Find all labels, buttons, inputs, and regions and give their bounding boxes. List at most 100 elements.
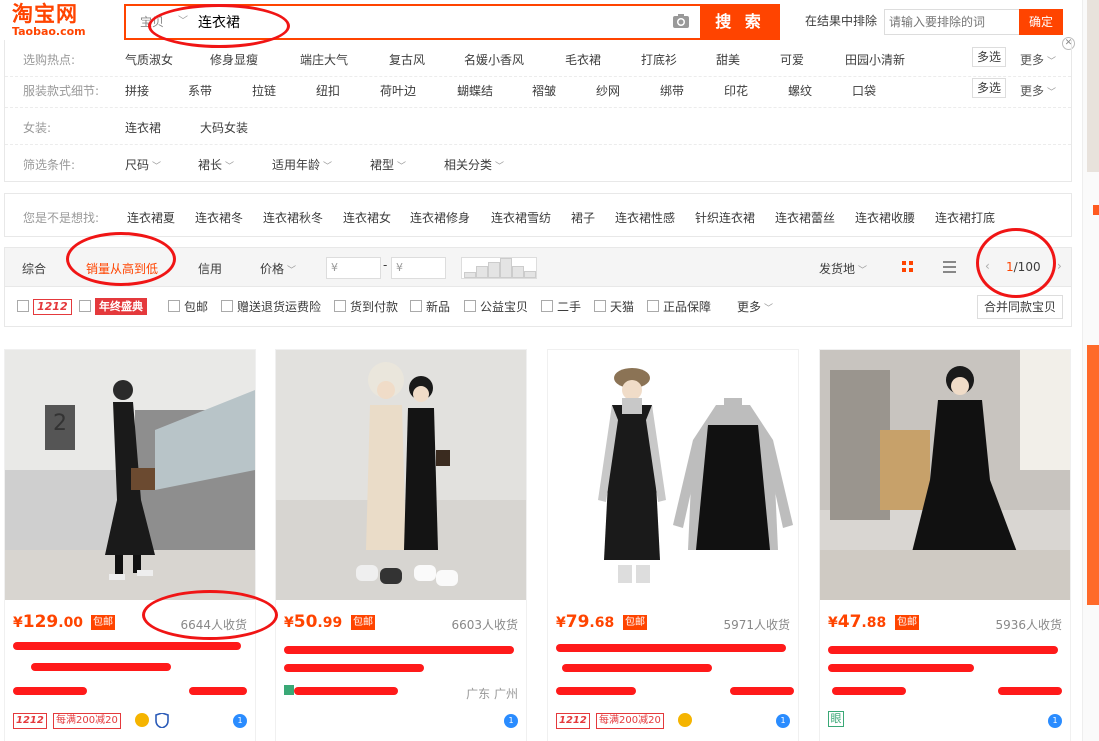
filter-option[interactable]: 纱网 <box>596 82 620 99</box>
suggestion-link[interactable]: 连衣裙冬 <box>195 209 243 226</box>
filter-option[interactable]: 名媛小香风 <box>464 51 524 68</box>
exclude-confirm-button[interactable]: 确定 <box>1019 9 1063 35</box>
filter-option[interactable]: 打底衫 <box>641 51 677 68</box>
filter-dropdown[interactable]: 相关分类 ﹀ <box>444 156 504 173</box>
filter-option[interactable]: 口袋 <box>852 82 876 99</box>
filter-option[interactable]: 荷叶边 <box>380 82 416 99</box>
redacted-title[interactable] <box>556 644 786 652</box>
sort-by-credit[interactable]: 信用 <box>198 260 222 277</box>
suggestion-link[interactable]: 针织连衣裙 <box>695 209 755 226</box>
filter-option[interactable]: 绑带 <box>660 82 684 99</box>
product-card[interactable]: ¥47.88 包邮 5936人收货 眼 1 <box>819 349 1071 741</box>
redacted-shop[interactable] <box>294 687 398 695</box>
product-image[interactable] <box>276 350 526 600</box>
filter-dropdown[interactable]: 适用年龄 ﹀ <box>272 156 332 173</box>
suggestion-link[interactable]: 连衣裙修身 <box>410 209 470 226</box>
multi-select-button[interactable]: 多选 <box>972 47 1007 67</box>
ship-from-label: 发货地 <box>819 262 856 276</box>
camera-icon[interactable] <box>672 13 690 29</box>
taobao-logo[interactable]: 淘宝网 Taobao.com <box>12 2 112 42</box>
filter-dropdown[interactable]: 裙长 ﹀ <box>198 156 234 173</box>
ship-from-dropdown[interactable]: 发货地 ﹀ <box>819 260 867 277</box>
suggestion-link[interactable]: 连衣裙打底 <box>935 209 995 226</box>
wangwang-icon[interactable]: 1 <box>776 714 790 728</box>
filter-option[interactable]: 蝴蝶结 <box>457 82 493 99</box>
redacted-title[interactable] <box>828 664 974 672</box>
redacted-shop[interactable] <box>832 687 906 695</box>
filter-option[interactable]: 毛衣裙 <box>565 51 601 68</box>
filter-option[interactable]: 甜美 <box>716 51 740 68</box>
checkbox-tmall[interactable] <box>594 300 606 312</box>
checkbox-baoyou[interactable] <box>168 300 180 312</box>
search-button[interactable]: 搜 索 <box>700 4 780 40</box>
sort-default[interactable]: 综合 <box>22 260 46 277</box>
grid-view-icon[interactable] <box>902 261 914 273</box>
checkbox-secondhand[interactable] <box>541 300 553 312</box>
exclude-input[interactable] <box>884 9 1020 35</box>
checkbox-return-insurance[interactable] <box>221 300 233 312</box>
filter-option[interactable]: 端庄大气 <box>300 51 348 68</box>
filter-option[interactable]: 田园小清新 <box>845 51 905 68</box>
suggestion-link[interactable]: 连衣裙女 <box>343 209 391 226</box>
price-min-input[interactable]: ¥ <box>326 257 381 279</box>
checkbox-charity[interactable] <box>464 300 476 312</box>
wangwang-icon[interactable]: 1 <box>233 714 247 728</box>
product-card[interactable]: 2 ¥129.00 包邮 6644人收货 1212 每满200减20 1 <box>4 349 256 741</box>
sort-by-price[interactable]: 价格 ﹀ <box>260 260 296 277</box>
redacted-title[interactable] <box>13 642 241 650</box>
redacted-title[interactable] <box>562 664 712 672</box>
wangwang-icon[interactable]: 1 <box>1048 714 1062 728</box>
redacted-shop[interactable] <box>13 687 87 695</box>
price-decimal: .99 <box>317 615 343 631</box>
suggestion-link[interactable]: 裙子 <box>571 209 595 226</box>
filter-option[interactable]: 拉链 <box>252 82 276 99</box>
product-image[interactable] <box>548 350 798 600</box>
suggestion-link[interactable]: 连衣裙秋冬 <box>263 209 323 226</box>
checkbox-genuine[interactable] <box>647 300 659 312</box>
merge-same-items-button[interactable]: 合并同款宝贝 <box>977 295 1064 319</box>
filter-option[interactable]: 系带 <box>188 82 212 99</box>
redacted-title[interactable] <box>284 664 424 672</box>
filter-dropdown[interactable]: 尺码 ﹀ <box>125 156 161 173</box>
suggestion-link[interactable]: 连衣裙蕾丝 <box>775 209 835 226</box>
filter-option[interactable]: 连衣裙 <box>125 119 161 136</box>
next-page-icon[interactable]: › <box>1057 259 1062 273</box>
filter-option[interactable]: 螺纹 <box>788 82 812 99</box>
more-button[interactable]: 更多 ﹀ <box>1020 51 1056 68</box>
filter-dropdown[interactable]: 裙型 ﹀ <box>370 156 406 173</box>
redacted-title[interactable] <box>828 646 1058 654</box>
suggestion-link[interactable]: 连衣裙雪纺 <box>491 209 551 226</box>
more-button[interactable]: 更多 ﹀ <box>1020 82 1056 99</box>
more-services-button[interactable]: 更多 ﹀ <box>737 298 773 315</box>
filter-option[interactable]: 可爱 <box>780 51 804 68</box>
filter-option[interactable]: 印花 <box>724 82 748 99</box>
multi-select-button[interactable]: 多选 <box>972 78 1007 98</box>
product-image[interactable]: 2 <box>5 350 255 600</box>
product-card[interactable]: ¥50.99 包邮 6603人收货 广东 广州 1 <box>275 349 527 741</box>
product-image[interactable] <box>820 350 1070 600</box>
redacted-title[interactable] <box>284 646 514 654</box>
suggestion-link[interactable]: 连衣裙夏 <box>127 209 175 226</box>
checkbox-1212[interactable] <box>17 300 29 312</box>
price-max-input[interactable]: ¥ <box>391 257 446 279</box>
filter-option[interactable]: 褶皱 <box>532 82 556 99</box>
price-histogram[interactable] <box>461 257 537 279</box>
filter-option[interactable]: 气质淑女 <box>125 51 173 68</box>
checkbox-new[interactable] <box>410 300 422 312</box>
checkbox-nianzhong[interactable] <box>79 300 91 312</box>
suggestion-link[interactable]: 连衣裙性感 <box>615 209 675 226</box>
filter-option[interactable]: 修身显瘦 <box>210 51 258 68</box>
wangwang-icon[interactable]: 1 <box>504 714 518 728</box>
filter-option[interactable]: 大码女装 <box>200 119 248 136</box>
ad-image[interactable] <box>1087 0 1099 172</box>
redacted-shop[interactable] <box>556 687 636 695</box>
suggestion-link[interactable]: 连衣裙收腰 <box>855 209 915 226</box>
list-view-icon[interactable] <box>943 261 956 273</box>
filter-option[interactable]: 拼接 <box>125 82 149 99</box>
redacted-title[interactable] <box>31 663 171 671</box>
filter-option[interactable]: 纽扣 <box>316 82 340 99</box>
checkbox-cod[interactable] <box>334 300 346 312</box>
product-card[interactable]: ¥79.68 包邮 5971人收货 1212 每满200减20 1 <box>547 349 799 741</box>
filter-option[interactable]: 复古风 <box>389 51 425 68</box>
ad-image[interactable] <box>1087 345 1099 605</box>
